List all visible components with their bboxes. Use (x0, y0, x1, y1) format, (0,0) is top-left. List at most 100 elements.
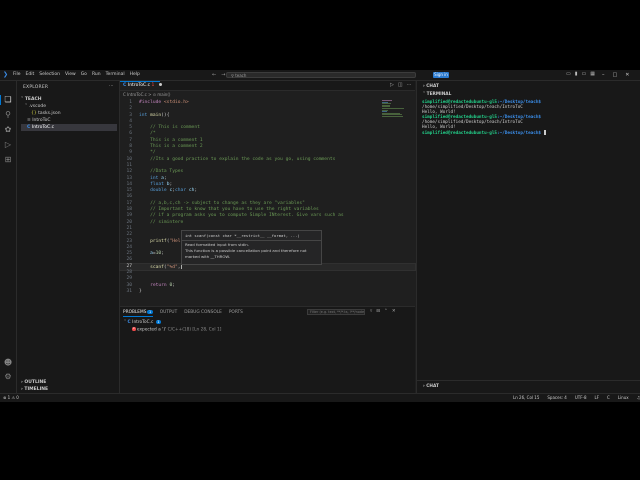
code-line: 31} (120, 289, 415, 295)
problem-location: [Ln 28, Col 1] (192, 327, 222, 333)
menu-selection[interactable]: Selection (39, 70, 60, 80)
maximize-icon[interactable]: □ (613, 70, 618, 80)
timeline-label: TIMELINE (24, 387, 49, 392)
minimize-icon[interactable]: – (602, 70, 605, 80)
run-icon[interactable]: ▷ (390, 81, 394, 90)
code-token: main (150, 112, 162, 118)
code-editor[interactable]: 1 #include <stdio.h> 2 3 int main(){ 4 5 /… (119, 100, 416, 295)
terminal-prompt-path: :~/Desktop/teach$ (497, 130, 542, 136)
problem-message: expected a ')' (136, 327, 167, 333)
split-editor-icon[interactable]: ◫ (398, 81, 403, 90)
problem-file-row[interactable]: ˅ C IntroToC.c 1 (124, 320, 162, 325)
source-control-icon[interactable]: ✿ (3, 125, 13, 135)
timeline-section[interactable]: › TIMELINE (21, 387, 48, 392)
status-language[interactable]: C (607, 394, 610, 402)
tree-item-vscode[interactable]: ˅ .vscode (21, 103, 117, 110)
tree-item-label: IntroToC.c (31, 125, 55, 130)
status-encoding[interactable]: UTF-8 (575, 394, 587, 402)
vscode-window: ❯ File Edit Selection View Go Run Termin… (0, 70, 640, 402)
status-platform[interactable]: Linux (618, 394, 629, 402)
tab-introtoc-c[interactable]: C IntroToC.c 1 (120, 81, 162, 90)
terminal-cursor (543, 130, 547, 135)
filter-icon[interactable]: ▿ (370, 309, 372, 314)
chat-collapsed-section[interactable]: › CHAT (417, 380, 640, 394)
minimap[interactable] (382, 100, 406, 122)
command-center-search[interactable]: ⚲ teach (226, 72, 416, 78)
menu-bar: File Edit Selection View Go Run Terminal… (13, 70, 140, 80)
activity-bar: ❏ ⚲ ✿ ▷ ⊞ ☻ ⚙ (0, 81, 17, 393)
sign-in-button[interactable]: Sign in (433, 72, 449, 78)
run-debug-icon[interactable]: ▷ (3, 140, 13, 150)
code-token: int (150, 175, 162, 181)
terminal-line: simplified@redactedubuntu-gl5:~/Desktop/… (422, 115, 638, 125)
error-icon: × (132, 326, 136, 331)
close-icon[interactable]: ✕ (392, 309, 396, 314)
explorer-files-icon[interactable]: ❏ (3, 95, 13, 105)
tab-debug-console[interactable]: DEBUG CONSOLE (184, 310, 222, 317)
hover-doc-summary: Read formatted input from stdin. (185, 242, 249, 247)
hover-tooltip: int scanf(const char *__restrict__ __for… (181, 230, 322, 265)
problem-file-label: IntroToC.c (132, 320, 154, 325)
collapse-all-icon[interactable]: ⊟ (376, 309, 380, 314)
status-bar: ⊗ 1 ⚠ 0 Ln 26, Col 15 Spaces: 4 UTF-8 LF… (0, 393, 640, 402)
tree-item-label: .vscode (28, 104, 46, 109)
window-controls: – □ ✕ (602, 70, 629, 80)
terminal-label: TERMINAL (426, 92, 452, 97)
problems-filter-input[interactable]: Filter (e.g. text, **/*.ts, !**/node_mod… (307, 309, 365, 315)
layout-sidebar-icon[interactable]: ▭ (566, 71, 571, 77)
more-actions-icon[interactable]: ⋯ (109, 84, 114, 89)
menu-file[interactable]: File (13, 70, 21, 80)
maximize-panel-icon[interactable]: ⌃ (384, 309, 388, 314)
menu-go[interactable]: Go (81, 70, 87, 80)
code-token: 0 (169, 282, 173, 288)
tab-problems[interactable]: PROBLEMS 1 (123, 310, 153, 317)
status-eol[interactable]: LF (595, 394, 600, 402)
code-token: b (166, 181, 170, 187)
account-icon[interactable]: ☻ (3, 358, 13, 368)
arrow-left-icon[interactable]: ← (212, 70, 216, 80)
folder-teach[interactable]: ˅ TEACH (21, 96, 117, 103)
chat-bottom-header[interactable]: › CHAT (423, 384, 439, 389)
tab-ports[interactable]: PORTS (229, 310, 243, 317)
menu-view[interactable]: View (65, 70, 76, 80)
code-token: 10 (155, 251, 162, 257)
gear-icon[interactable]: ⚙ (3, 372, 13, 382)
layout-panel-icon[interactable]: ▮ (575, 71, 578, 77)
status-cursor-position[interactable]: Ln 26, Col 15 (513, 394, 539, 402)
extensions-icon[interactable]: ⊞ (3, 155, 13, 165)
status-problems[interactable]: ⊗ 1 ⚠ 0 (3, 394, 19, 402)
layout-customize-icon[interactable]: ▦ (590, 71, 595, 77)
bottom-panel: PROBLEMS 1 OUTPUT DEBUG CONSOLE PORTS Fil… (120, 306, 415, 394)
terminal-header[interactable]: ˅ TERMINAL (423, 92, 451, 97)
code-text: } (139, 288, 142, 294)
breadcrumb[interactable]: C IntroToC.c > ⊙ main() (123, 92, 170, 97)
menu-edit[interactable]: Edit (26, 70, 35, 80)
more-actions-icon[interactable]: ⋯ (407, 81, 412, 90)
tree-item-introtoc-c[interactable]: C IntroToC.c (21, 124, 117, 131)
search-icon[interactable]: ⚲ (3, 110, 13, 120)
tree-item-introtoc[interactable]: ≡ IntroToC (21, 117, 117, 124)
chat-header[interactable]: › CHAT (423, 84, 439, 89)
tab-output[interactable]: OUTPUT (160, 310, 178, 317)
editor-tabs: C IntroToC.c 1 ▷ ◫ ⋯ (120, 81, 415, 91)
arrow-right-icon[interactable]: → (221, 70, 225, 80)
layout-secondary-icon[interactable]: ▭ (582, 71, 587, 77)
tree-item-label: IntroToC (32, 118, 51, 123)
menu-help[interactable]: Help (130, 70, 140, 80)
close-icon[interactable]: ✕ (625, 70, 629, 80)
problem-item[interactable]: × expected a ')' C/C++(18) [Ln 28, Col 1… (132, 326, 222, 333)
terminal-output[interactable]: simplified@redactedubuntu-gl5:~/Desktop/… (422, 100, 638, 136)
outline-section[interactable]: › OUTLINE (21, 380, 46, 385)
bell-icon[interactable]: ♫ (637, 394, 640, 402)
status-indentation[interactable]: Spaces: 4 (547, 394, 566, 402)
file-problem-count: 1 (155, 320, 162, 324)
terminal-line: simplified@redactedubuntu-gl5:~/Desktop/… (422, 100, 638, 110)
tree-item-tasks-json[interactable]: {} tasks.json (21, 110, 117, 117)
unsaved-dot-icon[interactable] (158, 83, 162, 86)
nav-arrows: ← → (212, 70, 225, 80)
chat-label: CHAT (426, 84, 439, 89)
menu-terminal[interactable]: Terminal (106, 70, 125, 80)
menu-run[interactable]: Run (92, 70, 101, 80)
hover-doc: Read formatted input from stdin. This fu… (185, 242, 319, 260)
chat-bottom-label: CHAT (426, 384, 439, 389)
